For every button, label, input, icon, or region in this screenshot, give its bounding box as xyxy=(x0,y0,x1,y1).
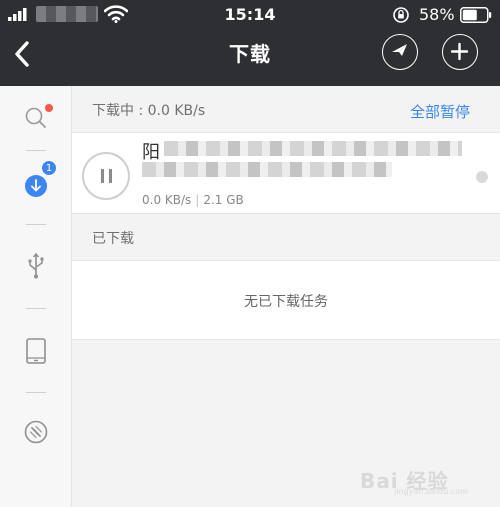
watermark-url: jingyan.baidu.com xyxy=(394,487,468,496)
header: 15:14 58% 下载 xyxy=(0,0,500,86)
tablet-icon xyxy=(26,338,46,364)
sidebar-divider xyxy=(26,308,46,309)
task-title-first-char: 阳 xyxy=(142,142,160,163)
watermark-logo: Bai 经验 jingyan.baidu.com xyxy=(360,459,490,499)
download-count-badge: 1 xyxy=(41,160,57,176)
download-icon xyxy=(25,175,47,197)
task-speed: 0.0 KB/s xyxy=(142,193,192,207)
share-icon xyxy=(392,44,407,59)
status-bar: 15:14 58% xyxy=(0,0,500,30)
task-title-blurred: 阳 xyxy=(142,141,462,187)
main-content: 下载中 : 0.0 KB/s 全部暂停 阳 0.0 KB/s | 2.1 GB 已下… xyxy=(72,86,500,507)
download-screen: 15:14 58% 下载 1 下载中: 0.0 KB/s 全部暂停 阳 0.0… xyxy=(0,0,500,507)
notification-dot xyxy=(45,104,53,112)
downloading-section-header: 下载中 : 0.0 KB/s 全部暂停 xyxy=(72,86,500,132)
sidebar-item-tablet[interactable] xyxy=(0,322,72,378)
task-options-dot[interactable] xyxy=(476,171,488,183)
usb-icon xyxy=(28,252,44,279)
empty-message: 无已下载任务 xyxy=(244,294,328,310)
sidebar-divider xyxy=(26,392,46,393)
share-button[interactable] xyxy=(382,34,418,70)
task-size: 2.1 GB xyxy=(203,193,244,207)
battery-icon xyxy=(460,7,492,23)
pause-icon xyxy=(101,169,104,183)
download-task-row[interactable]: 阳 0.0 KB/s | 2.1 GB xyxy=(72,132,500,214)
nav-bar: 下载 xyxy=(0,30,500,86)
add-button[interactable] xyxy=(442,34,478,70)
downloading-label: 下载中 : 0.0 KB/s xyxy=(92,103,206,119)
sidebar-item-speed[interactable] xyxy=(0,404,72,460)
downloaded-empty-state: 无已下载任务 xyxy=(72,260,500,340)
sidebar: 1 xyxy=(0,86,72,507)
sidebar-item-search[interactable] xyxy=(0,90,72,146)
battery-percent: 58% xyxy=(419,5,455,24)
pause-button[interactable] xyxy=(82,152,130,200)
sidebar-divider xyxy=(26,224,46,225)
downloaded-label: 已下载 xyxy=(92,231,134,247)
sidebar-item-usb[interactable] xyxy=(0,236,72,292)
sidebar-item-download[interactable] xyxy=(0,158,72,214)
pause-icon xyxy=(109,169,112,183)
blurred-text-line xyxy=(164,141,462,156)
blurred-text-line xyxy=(142,162,392,177)
downloaded-section-header: 已下载 xyxy=(72,214,500,260)
speedometer-icon xyxy=(24,420,48,444)
add-icon xyxy=(450,42,469,61)
meta-separator: | xyxy=(195,193,200,207)
sidebar-divider xyxy=(26,150,46,151)
page-title: 下载 xyxy=(229,42,271,66)
rotation-lock-icon xyxy=(393,7,409,23)
pause-all-button[interactable]: 全部暂停 xyxy=(410,101,470,122)
task-meta: 0.0 KB/s | 2.1 GB xyxy=(142,193,244,207)
